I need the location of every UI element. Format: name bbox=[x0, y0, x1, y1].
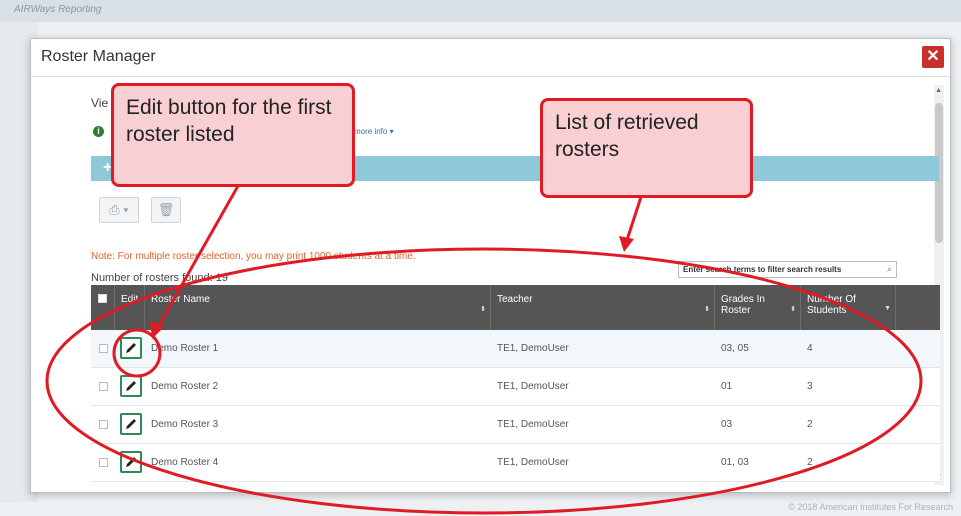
modal-title: Roster Manager bbox=[41, 48, 156, 65]
edit-roster-button[interactable] bbox=[120, 337, 142, 359]
edit-cell bbox=[115, 444, 145, 482]
teacher-cell: TE1, DemoUser bbox=[497, 381, 569, 392]
header-grades[interactable]: Grades In Roster ⬍ bbox=[715, 285, 801, 330]
edit-button-callout: Edit button for the first roster listed bbox=[111, 83, 355, 187]
roster-name-cell: Demo Roster 2 bbox=[151, 381, 219, 392]
more-info-link[interactable]: more info ▾ bbox=[354, 127, 394, 136]
app-name: AIRWays Reporting bbox=[14, 4, 102, 15]
roster-table: Edit Roster Name ⬍ Teacher ⬍ Grades In R… bbox=[91, 285, 940, 482]
table-row[interactable]: Demo Roster 2 TE1, DemoUser 01 3 bbox=[91, 368, 940, 406]
pencil-icon bbox=[126, 343, 136, 353]
students-cell: 2 bbox=[807, 457, 813, 468]
header-roster-name[interactable]: Roster Name ⬍ bbox=[145, 285, 491, 330]
students-cell: 3 bbox=[807, 381, 813, 392]
print-limit-note: Note: For multiple roster selection, you… bbox=[91, 251, 416, 262]
row-checkbox[interactable] bbox=[99, 344, 108, 353]
header-teacher[interactable]: Teacher ⬍ bbox=[491, 285, 715, 330]
trash-icon: 🗑 bbox=[157, 202, 175, 217]
edit-cell bbox=[115, 368, 145, 406]
teacher-cell: TE1, DemoUser bbox=[497, 343, 569, 354]
header-grades-label: Grades In Roster bbox=[721, 294, 765, 316]
edit-roster-button[interactable] bbox=[120, 413, 142, 435]
table-header: Edit Roster Name ⬍ Teacher ⬍ Grades In R… bbox=[91, 285, 940, 330]
grades-cell: 03 bbox=[721, 419, 733, 430]
table-row[interactable]: Demo Roster 3 TE1, DemoUser 03 2 bbox=[91, 406, 940, 444]
select-all-header[interactable] bbox=[91, 285, 115, 330]
roster-list-callout: List of retrieved rosters bbox=[540, 98, 753, 198]
teacher-cell: TE1, DemoUser bbox=[497, 457, 569, 468]
screenshot-stage: AIRWays Reporting © 2018 American Instit… bbox=[0, 0, 961, 516]
grades-cell: 03, 05 bbox=[721, 343, 749, 354]
pencil-icon bbox=[126, 419, 136, 429]
search-input[interactable]: Enter search terms to filter search resu… bbox=[678, 261, 897, 278]
close-icon: ✕ bbox=[926, 48, 940, 65]
info-icon: i bbox=[93, 126, 104, 137]
teacher-cell: TE1, DemoUser bbox=[497, 419, 569, 430]
sort-down-icon[interactable]: ▼ bbox=[884, 305, 891, 312]
roster-name-cell: Demo Roster 4 bbox=[151, 457, 219, 468]
pencil-icon bbox=[126, 381, 136, 391]
header-edit: Edit bbox=[115, 285, 145, 330]
row-select-cell bbox=[91, 368, 115, 406]
intro-text: Vie bbox=[91, 96, 109, 110]
row-select-cell bbox=[91, 330, 115, 368]
grades-cell: 01, 03 bbox=[721, 457, 749, 468]
roster-name-cell: Demo Roster 1 bbox=[151, 343, 219, 354]
close-button[interactable]: ✕ bbox=[922, 46, 944, 68]
sort-icon[interactable]: ⬍ bbox=[790, 305, 796, 313]
search-icon[interactable]: ⌕ bbox=[887, 264, 892, 275]
print-icon: ⎙ ▾ bbox=[109, 202, 129, 217]
students-cell: 2 bbox=[807, 419, 813, 430]
header-students[interactable]: Number Of Students ▼ bbox=[801, 285, 896, 330]
delete-button[interactable]: 🗑 bbox=[151, 197, 181, 223]
search-placeholder: Enter search terms to filter search resu… bbox=[683, 265, 842, 274]
app-top-bar: AIRWays Reporting bbox=[0, 0, 961, 22]
scroll-up-arrow-icon[interactable]: ▲ bbox=[935, 87, 942, 94]
grades-cell: 01 bbox=[721, 381, 733, 392]
select-all-checkbox[interactable] bbox=[98, 294, 107, 303]
header-teacher-label: Teacher bbox=[497, 294, 533, 305]
sort-icon[interactable]: ⬍ bbox=[704, 305, 710, 313]
row-select-cell bbox=[91, 444, 115, 482]
row-checkbox[interactable] bbox=[99, 420, 108, 429]
row-select-cell bbox=[91, 406, 115, 444]
row-checkbox[interactable] bbox=[99, 458, 108, 467]
print-button[interactable]: ⎙ ▾ bbox=[99, 197, 139, 223]
roster-count: Number of rosters found: 19 bbox=[91, 272, 228, 284]
modal-header: Roster Manager ✕ bbox=[31, 39, 950, 77]
more-info-label: more info bbox=[354, 127, 388, 136]
table-row[interactable]: Demo Roster 1 TE1, DemoUser 03, 05 4 bbox=[91, 330, 940, 368]
edit-roster-button[interactable] bbox=[120, 375, 142, 397]
table-row[interactable]: Demo Roster 4 TE1, DemoUser 01, 03 2 bbox=[91, 444, 940, 482]
edit-cell bbox=[115, 406, 145, 444]
header-edit-label: Edit bbox=[121, 294, 139, 305]
sort-icon[interactable]: ⬍ bbox=[480, 305, 486, 313]
edit-roster-button[interactable] bbox=[120, 451, 142, 473]
pencil-icon bbox=[126, 457, 136, 467]
roster-name-cell: Demo Roster 3 bbox=[151, 419, 219, 430]
header-students-label: Number Of Students bbox=[807, 294, 856, 316]
edit-cell bbox=[115, 330, 145, 368]
header-roster-name-label: Roster Name bbox=[151, 294, 210, 305]
row-checkbox[interactable] bbox=[99, 382, 108, 391]
students-cell: 4 bbox=[807, 343, 813, 354]
app-footer: © 2018 American Institutes For Research bbox=[788, 502, 953, 512]
